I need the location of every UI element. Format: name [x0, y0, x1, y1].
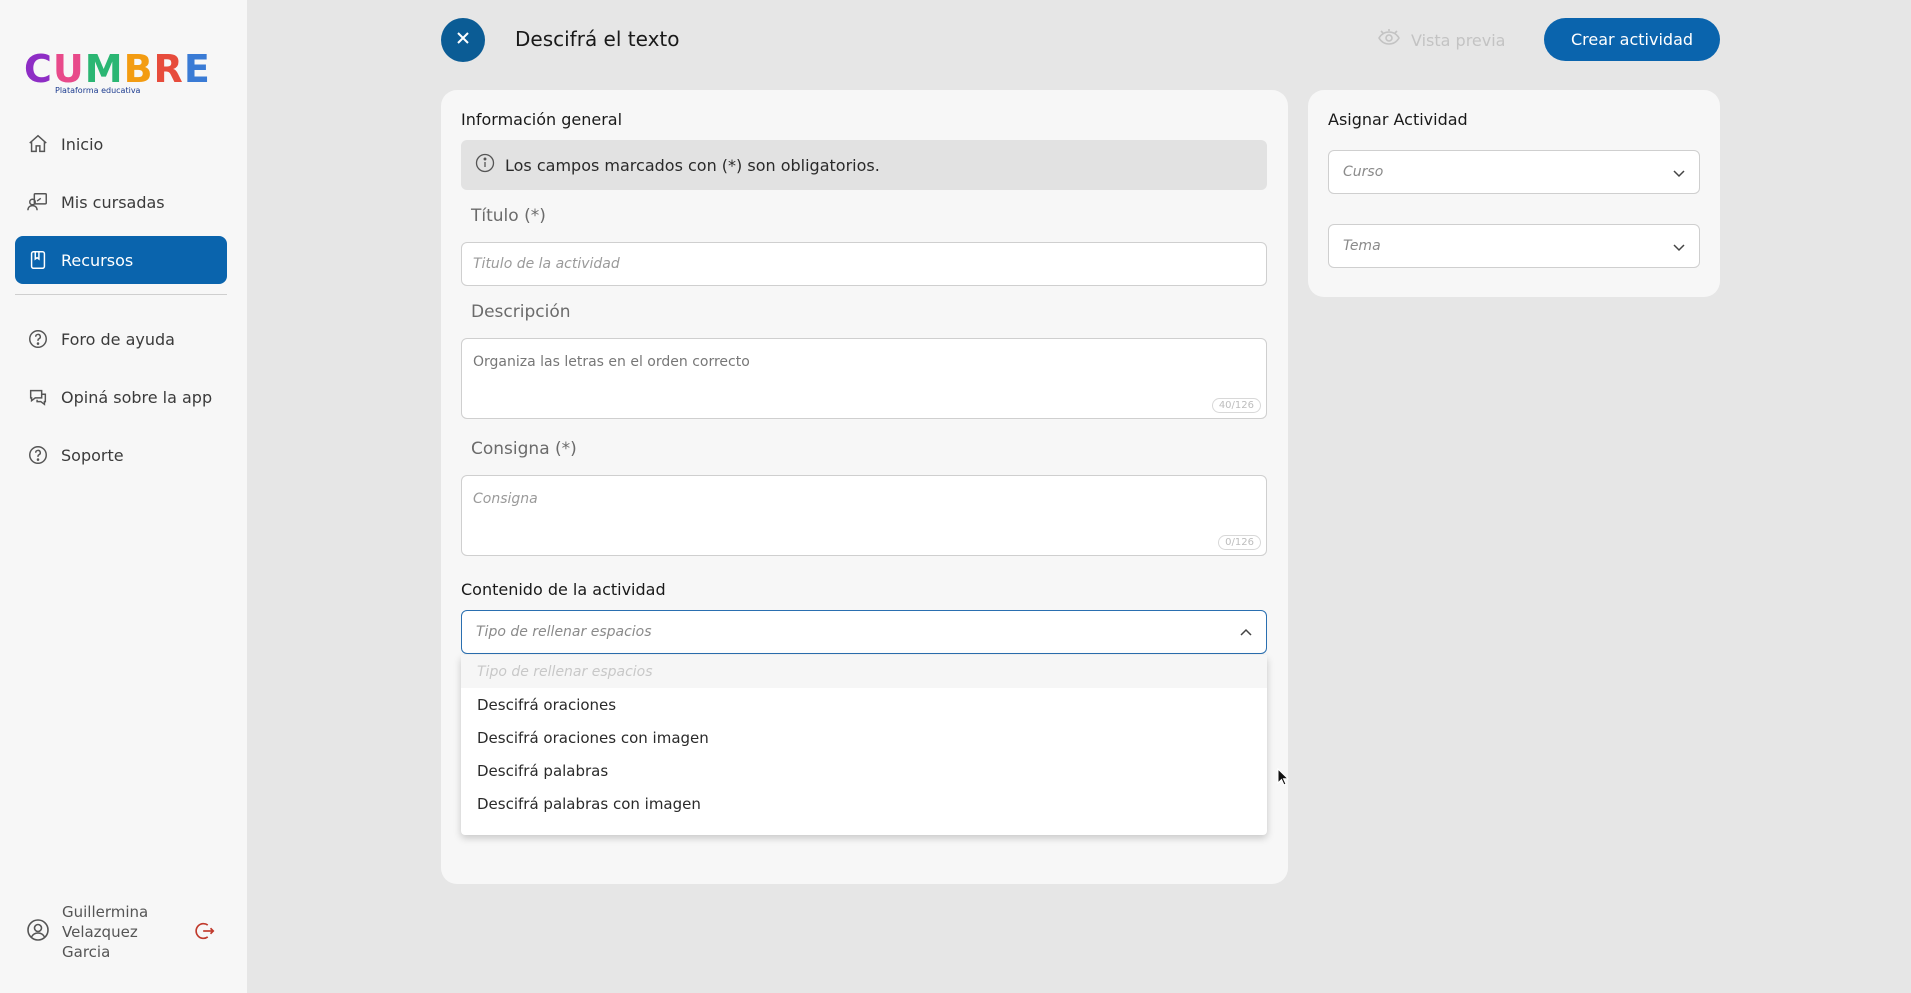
- sidebar-item-label: Recursos: [61, 250, 134, 270]
- user-name: Guillermina Velazquez Garcia: [62, 903, 149, 961]
- section-title-general: Información general: [461, 110, 623, 129]
- sidebar-item-label: Opiná sobre la app: [61, 387, 213, 407]
- content-type-select[interactable]: Tipo de rellenar espacios: [461, 610, 1267, 654]
- descripcion-value: Organiza las letras en el orden correcto: [473, 354, 750, 370]
- close-icon: [455, 30, 471, 50]
- select-placeholder: Tema: [1343, 238, 1381, 254]
- chat-icon: [27, 386, 49, 408]
- home-icon: [27, 133, 49, 155]
- descripcion-textarea[interactable]: Organiza las letras en el orden correcto…: [461, 338, 1267, 419]
- sidebar-item-label: Foro de ayuda: [61, 329, 175, 349]
- mouse-cursor-icon: [1277, 767, 1290, 790]
- sidebar: CUMBRE Plataforma educativa Inicio Mis c…: [0, 0, 247, 993]
- tema-select[interactable]: Tema: [1328, 224, 1700, 268]
- logout-icon[interactable]: [194, 920, 216, 946]
- user-avatar-icon: [26, 918, 50, 946]
- required-notice: Los campos marcados con (*) son obligato…: [461, 140, 1267, 190]
- logo-letter: U: [52, 47, 85, 91]
- sidebar-item-label: Soporte: [61, 445, 124, 465]
- book-icon: [27, 249, 49, 271]
- curso-select[interactable]: Curso: [1328, 150, 1700, 194]
- chevron-up-icon: [1238, 625, 1254, 645]
- logo-wordmark: CUMBRE: [24, 50, 211, 88]
- logo-letter: M: [84, 47, 124, 91]
- assign-title: Asignar Actividad: [1328, 110, 1468, 129]
- sidebar-item-mis-cursadas[interactable]: Mis cursadas: [15, 178, 227, 226]
- sidebar-item-label: Inicio: [61, 134, 104, 154]
- create-activity-button[interactable]: Crear actividad: [1544, 18, 1720, 61]
- sidebar-nav: Inicio Mis cursadas Recursos Foro de ayu…: [15, 120, 227, 489]
- descripcion-label: Descripción: [471, 302, 571, 322]
- dropdown-option-placeholder: Tipo de rellenar espacios: [461, 655, 1267, 688]
- section-title-content: Contenido de la actividad: [461, 580, 666, 599]
- logo-letter: R: [153, 47, 184, 91]
- dropdown-option[interactable]: Descifrá palabras con imagen: [461, 787, 1267, 820]
- info-icon: [475, 153, 505, 177]
- char-counter: 0/126: [1218, 535, 1261, 550]
- select-placeholder: Tipo de rellenar espacios: [476, 624, 652, 640]
- sidebar-item-soporte[interactable]: Soporte: [15, 431, 227, 479]
- sidebar-item-label: Mis cursadas: [61, 192, 165, 212]
- titulo-label: Título (*): [471, 206, 546, 226]
- sidebar-divider: [15, 294, 227, 295]
- consigna-label: Consigna (*): [471, 439, 577, 459]
- dropdown-option[interactable]: Descifrá oraciones con imagen: [461, 721, 1267, 754]
- dropdown-option[interactable]: Descifrá oraciones: [461, 688, 1267, 721]
- chevron-down-icon: [1671, 165, 1687, 185]
- help-circle-icon: [27, 328, 49, 350]
- char-counter: 40/126: [1211, 398, 1261, 413]
- logo-letter: B: [123, 47, 154, 91]
- dropdown-option[interactable]: Descifrá palabras: [461, 754, 1267, 787]
- sidebar-item-inicio[interactable]: Inicio: [15, 120, 227, 168]
- logo-letter: C: [24, 47, 53, 91]
- consigna-textarea[interactable]: Consigna 0/126: [461, 475, 1267, 556]
- sidebar-item-recursos[interactable]: Recursos: [15, 236, 227, 284]
- notice-text: Los campos marcados con (*) son obligato…: [505, 155, 880, 175]
- assign-activity-card: Asignar Actividad Curso Tema: [1308, 90, 1720, 297]
- consigna-placeholder: Consigna: [473, 491, 538, 507]
- user-profile: Guillermina Velazquez Garcia: [26, 902, 216, 962]
- cumbre-logo[interactable]: CUMBRE Plataforma educativa: [24, 50, 211, 95]
- content-type-dropdown: Tipo de rellenar espacios Descifrá oraci…: [461, 655, 1267, 835]
- preview-button[interactable]: Vista previa: [1377, 29, 1505, 51]
- help-circle-icon: [27, 444, 49, 466]
- page-title: Descifrá el texto: [515, 27, 680, 51]
- sidebar-item-opina[interactable]: Opiná sobre la app: [15, 373, 227, 421]
- titulo-input[interactable]: Titulo de la actividad: [461, 242, 1267, 286]
- chevron-down-icon: [1671, 239, 1687, 259]
- eye-icon: [1377, 29, 1411, 51]
- logo-letter: E: [183, 47, 211, 91]
- preview-label: Vista previa: [1411, 30, 1506, 50]
- teacher-icon: [27, 191, 49, 213]
- select-placeholder: Curso: [1343, 164, 1384, 180]
- close-button[interactable]: [441, 18, 485, 62]
- sidebar-item-foro-de-ayuda[interactable]: Foro de ayuda: [15, 315, 227, 363]
